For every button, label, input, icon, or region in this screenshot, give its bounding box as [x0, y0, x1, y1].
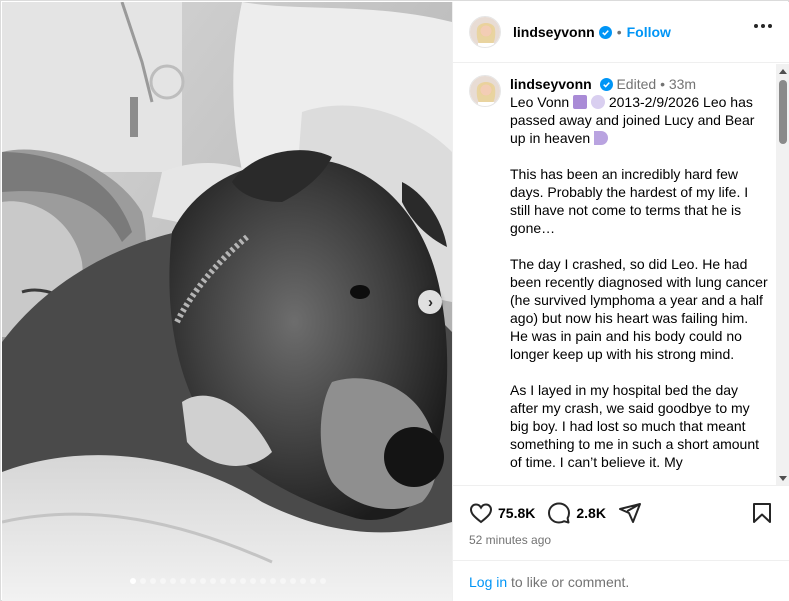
- post-age: 33m: [668, 76, 697, 92]
- carousel-indicators: [130, 578, 326, 584]
- caption-paragraph: As I layed in my hospital bed the day af…: [510, 382, 760, 470]
- wing-emoji-icon: [594, 131, 609, 145]
- comment-action[interactable]: 2.8K: [547, 501, 606, 525]
- share-action[interactable]: [618, 501, 642, 525]
- comment-icon[interactable]: [547, 501, 571, 525]
- login-prompt-text: to like or comment.: [507, 574, 630, 590]
- carousel-dot: [280, 578, 286, 584]
- avatar-image: [470, 17, 500, 47]
- carousel-dot: [160, 578, 166, 584]
- scroll-up-arrow-icon[interactable]: [779, 69, 787, 74]
- carousel-dot: [300, 578, 306, 584]
- more-options-icon[interactable]: [754, 24, 772, 28]
- scroll-down-arrow-icon[interactable]: [779, 476, 787, 481]
- carousel-dot: [200, 578, 206, 584]
- carousel-dot: [250, 578, 256, 584]
- login-prompt: Log in to like or comment.: [453, 560, 789, 601]
- carousel-dot: [210, 578, 216, 584]
- caption-avatar-row: [469, 75, 509, 107]
- header-separator: •: [616, 24, 622, 40]
- comment-count[interactable]: 2.8K: [576, 505, 606, 521]
- post-side-panel: lindseyvonn • Follow lindseyvonn Edited …: [452, 2, 789, 601]
- share-icon[interactable]: [618, 501, 642, 525]
- caption-line1-prefix: Leo Vonn: [510, 94, 570, 110]
- carousel-dot: [260, 578, 266, 584]
- scroll-thumb[interactable]: [779, 80, 787, 144]
- like-count[interactable]: 75.8K: [498, 505, 535, 521]
- caption-scrollbar[interactable]: [776, 64, 789, 485]
- like-action[interactable]: 75.8K: [469, 501, 535, 525]
- header-username[interactable]: lindseyvonn: [513, 24, 595, 40]
- caption-text: lindseyvonn Edited • 33m Leo Vonn 2013-2…: [510, 75, 768, 485]
- cross-emoji-icon: [573, 95, 588, 109]
- carousel-dot: [180, 578, 186, 584]
- carousel-dot: [130, 578, 136, 584]
- carousel-dot: [310, 578, 316, 584]
- login-link[interactable]: Log in: [469, 574, 507, 590]
- save-action[interactable]: [750, 501, 774, 530]
- carousel-dot: [270, 578, 276, 584]
- verified-badge-icon: [598, 25, 612, 39]
- carousel-dot: [290, 578, 296, 584]
- meta-dot: •: [660, 76, 665, 92]
- carousel-dot: [150, 578, 156, 584]
- avatar-image: [470, 76, 500, 106]
- carousel-dot: [240, 578, 246, 584]
- avatar[interactable]: [469, 75, 501, 107]
- avatar[interactable]: [469, 16, 501, 48]
- verified-badge-icon: [599, 78, 613, 91]
- caption-username[interactable]: lindseyvonn: [510, 76, 592, 92]
- carousel-dot: [140, 578, 146, 584]
- carousel-dot: [220, 578, 226, 584]
- post-dialog: › lindseyvonn • Follow lindseyvonn Edite…: [0, 0, 789, 601]
- caption-paragraph: The day I crashed, so did Leo. He had be…: [510, 256, 768, 362]
- post-photo[interactable]: ›: [2, 2, 452, 601]
- carousel-dot: [170, 578, 176, 584]
- action-bar: 75.8K 2.8K: [469, 499, 774, 527]
- next-slide-button[interactable]: ›: [418, 290, 442, 314]
- edited-label: Edited: [616, 76, 657, 92]
- follow-button[interactable]: Follow: [627, 24, 671, 40]
- carousel-dot: [190, 578, 196, 584]
- chevron-right-icon: ›: [428, 293, 433, 311]
- heart-icon[interactable]: [469, 501, 493, 525]
- post-timestamp[interactable]: 52 minutes ago: [469, 533, 551, 547]
- caption-paragraph: This has been an incredibly hard few day…: [510, 166, 749, 236]
- carousel-dot: [320, 578, 326, 584]
- post-header: lindseyvonn • Follow: [453, 2, 789, 63]
- purple-heart-emoji-icon: [590, 95, 605, 109]
- caption-scroll-area[interactable]: lindseyvonn Edited • 33m Leo Vonn 2013-2…: [453, 64, 789, 486]
- bookmark-icon[interactable]: [750, 501, 774, 525]
- photo-dog-in-bed: [2, 2, 452, 601]
- carousel-dot: [230, 578, 236, 584]
